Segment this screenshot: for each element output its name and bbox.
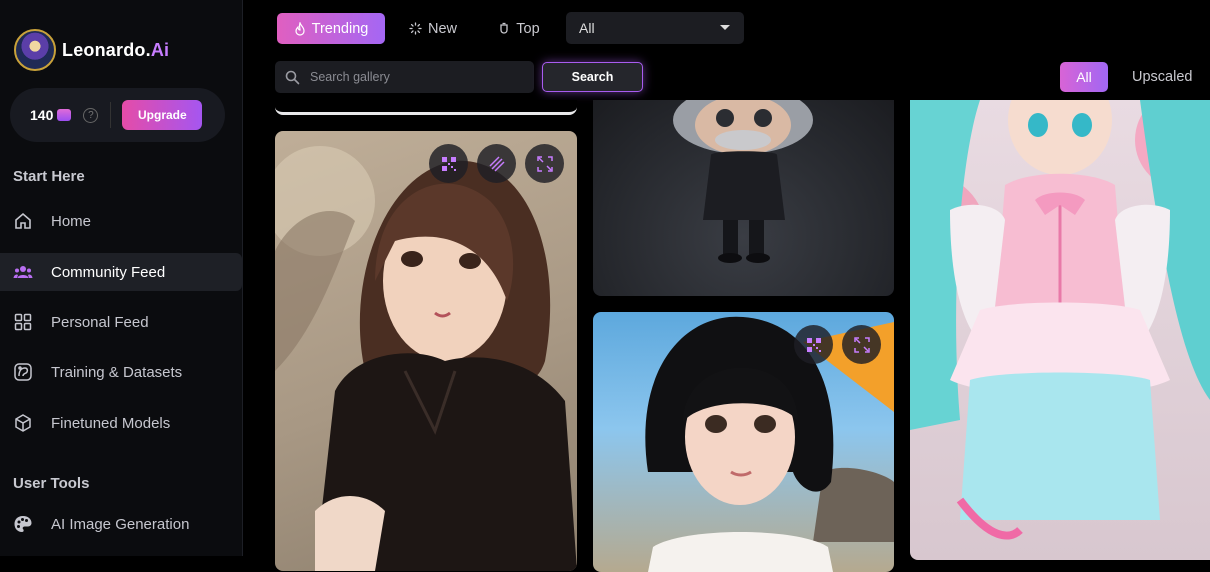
sidebar-item-label: Personal Feed [51, 313, 149, 331]
gallery-card-girl-black-bob[interactable] [593, 312, 894, 572]
stripes-icon [488, 155, 505, 172]
gallery-card-pink-dress[interactable] [910, 100, 1210, 560]
section-start-here: Start Here [13, 168, 85, 185]
sidebar-item-label: Community Feed [51, 263, 166, 281]
gallery-image [673, 100, 813, 263]
tab-new-label: New [427, 20, 457, 37]
brush-button[interactable] [477, 144, 516, 183]
trophy-icon [500, 22, 508, 34]
search-button[interactable]: Search [542, 62, 643, 92]
divider [110, 102, 112, 128]
help-icon[interactable]: ? [83, 107, 99, 123]
gallery-card-anime-girl-brown-hair[interactable] [275, 131, 577, 571]
sidebar-item-label: Training & Datasets [51, 363, 183, 381]
sidebar-item-personal-feed[interactable]: Personal Feed [0, 303, 243, 341]
sidebar-item-finetuned-models[interactable]: Finetuned Models [0, 404, 243, 442]
chevron-down-icon [720, 25, 730, 30]
cube-icon [12, 412, 34, 434]
sidebar-item-training-datasets[interactable]: Training & Datasets [0, 353, 243, 391]
gallery-image [910, 100, 1210, 540]
sidebar-item-ai-image-generation[interactable]: AI Image Generation [0, 505, 243, 543]
category-select[interactable]: All [566, 12, 744, 44]
brand-name: Leonardo.Ai [62, 39, 170, 60]
gallery-card-figurine[interactable] [593, 100, 894, 296]
leonardo-logo [14, 29, 56, 71]
search-icon [285, 70, 300, 84]
sidebar: Leonardo.Ai 140 ? Upgrade Start Here Hom… [0, 0, 243, 556]
expand-icon [536, 155, 553, 172]
expand-icon [853, 336, 870, 353]
sidebar-item-label: Finetuned Models [51, 414, 171, 432]
flame-icon [295, 21, 305, 36]
remix-button[interactable] [794, 325, 833, 364]
home-icon [12, 210, 34, 232]
card-tools [429, 144, 564, 183]
brand[interactable]: Leonardo.Ai [14, 29, 169, 71]
category-select-value: All [579, 20, 595, 36]
upgrade-button[interactable]: Upgrade [122, 100, 203, 130]
search-input[interactable] [310, 70, 510, 84]
tab-trending-label: Trending [311, 20, 369, 37]
training-icon [12, 361, 34, 383]
gallery-image [275, 146, 577, 571]
card-tools [794, 325, 881, 364]
credits-panel: 140 ? Upgrade [10, 88, 225, 142]
remix-button[interactable] [429, 144, 468, 183]
community-icon [12, 261, 34, 283]
filter-all-button[interactable]: All [1060, 62, 1108, 92]
tab-trending[interactable]: Trending [277, 13, 385, 44]
qr-icon [806, 337, 821, 352]
credit-count: 140 [30, 107, 54, 123]
expand-button[interactable] [525, 144, 564, 183]
grid-icon [12, 311, 34, 333]
search-box [275, 61, 534, 93]
sparkle-icon [409, 22, 422, 35]
tab-top[interactable]: Top [490, 13, 548, 44]
sidebar-item-label: AI Image Generation [51, 515, 190, 533]
sidebar-item-home[interactable]: Home [0, 202, 243, 240]
sidebar-item-label: Home [51, 212, 92, 230]
section-user-tools: User Tools [13, 475, 90, 492]
qr-icon [441, 156, 456, 171]
palette-icon [12, 513, 34, 535]
sidebar-item-community-feed[interactable]: Community Feed [0, 253, 242, 291]
filter-upscaled-button[interactable]: Upscaled [1132, 69, 1192, 85]
coin-icon [57, 109, 72, 121]
expand-button[interactable] [842, 325, 881, 364]
tab-new[interactable]: New [400, 13, 466, 44]
tab-top-label: Top [516, 20, 540, 37]
gallery-card-partial[interactable] [275, 100, 577, 115]
